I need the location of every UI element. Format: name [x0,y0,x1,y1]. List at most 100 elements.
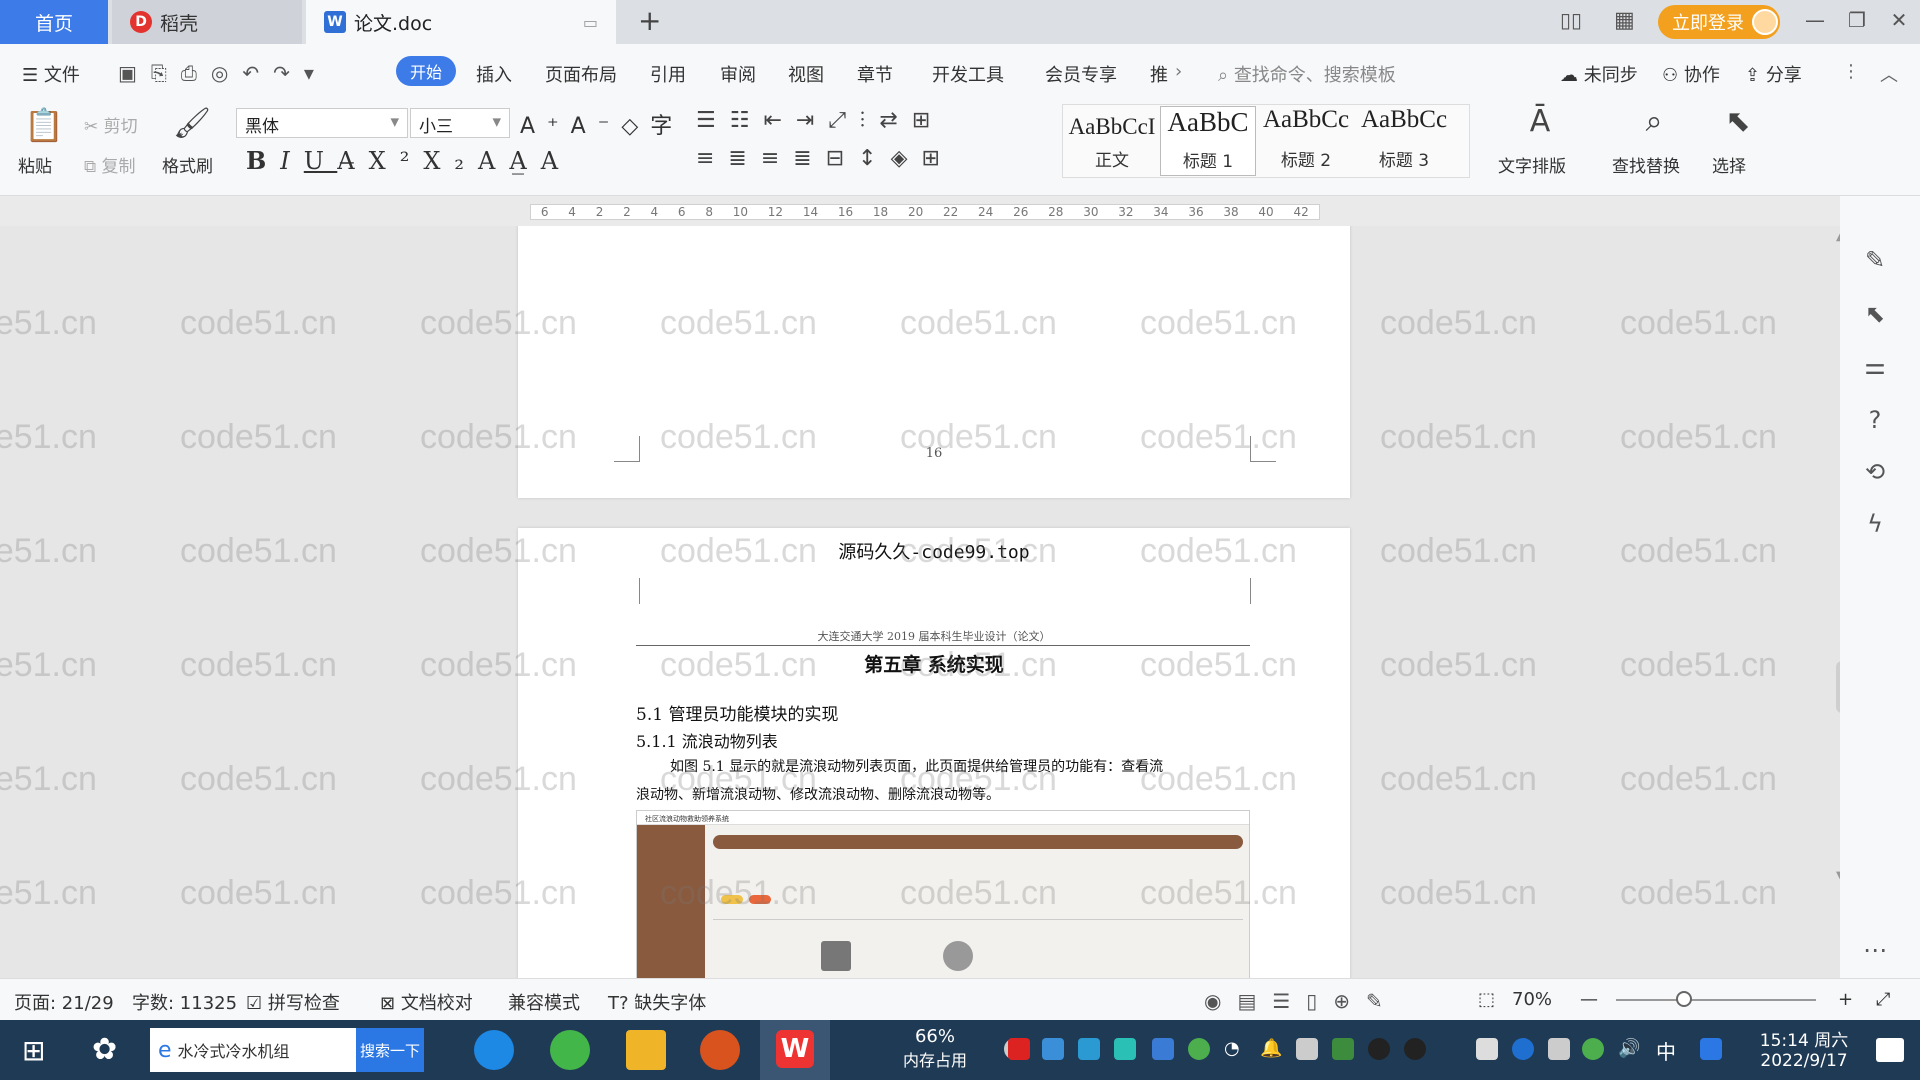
paste-icon[interactable]: 📋 [24,106,64,144]
clock[interactable]: 15:14 周六 2022/9/17 [1744,1026,1864,1071]
zoom-slider-handle[interactable] [1676,991,1692,1007]
app-icon[interactable] [700,1030,740,1070]
format-painter-button[interactable]: 格式刷 [162,152,213,177]
windows-start-icon[interactable]: ⊞ [22,1034,45,1067]
login-button[interactable]: 立即登录 [1658,5,1780,39]
tray-app-icon[interactable] [1114,1038,1136,1060]
wifi-icon[interactable]: ◔ [1224,1038,1246,1060]
tray-app-icon[interactable] [1188,1038,1210,1060]
bluetooth-icon[interactable] [1512,1038,1534,1060]
menu-tab-devtools[interactable]: 开发工具 [932,61,1004,87]
style-heading-1[interactable]: AaBbC 标题 1 [1160,106,1256,176]
collapse-ribbon-icon[interactable]: ︿ [1880,61,1898,87]
ie-browser-icon[interactable] [474,1030,514,1070]
help-icon[interactable]: ? [1858,406,1892,440]
tray-app-icon[interactable] [1008,1038,1030,1060]
zoom-level[interactable]: 70% [1512,989,1552,1010]
layout-icon[interactable]: ▯▯ [1560,8,1582,32]
notification-icon[interactable] [1876,1038,1904,1062]
menu-tab-vip[interactable]: 会员专享 [1045,61,1117,87]
copy-button[interactable]: ⧉ 复制 [84,152,136,177]
tab-screen-icon[interactable]: ▭ [583,13,598,32]
command-search[interactable]: ⌕ 查找命令、搜索模板 [1218,61,1396,87]
pen-icon[interactable]: ✎ [1858,246,1892,280]
word-count[interactable]: 字数: 11325 [132,989,237,1015]
tray-app-icon[interactable] [1078,1038,1100,1060]
paragraph-tools-row1[interactable]: ☰☷⇤⇥⤢⫶⇄⊞ [696,108,944,133]
find-replace-button[interactable]: 查找替换 [1612,152,1680,177]
volume-icon[interactable]: 🔊 [1618,1038,1640,1060]
menu-tab-review[interactable]: 审阅 [720,61,756,87]
more-options-icon[interactable]: ⋮ [1842,61,1860,82]
more-horizontal-icon[interactable]: ⋯ [1858,936,1892,970]
sync-status[interactable]: ☁ 未同步 [1560,61,1638,87]
menu-tab-recommend[interactable]: 推 [1150,61,1168,87]
cursor-icon[interactable]: ⬉ [1718,104,1758,139]
menu-tab-insert[interactable]: 插入 [476,61,512,87]
ime-indicator[interactable]: 中 [1656,1036,1676,1065]
tray-app-icon[interactable] [1296,1038,1318,1060]
missing-font[interactable]: T? 缺失字体 [608,989,706,1015]
minimize-icon[interactable]: — [1800,8,1830,32]
file-menu[interactable]: ☰ 文件 [22,61,80,87]
font-family-select[interactable]: 黑体 ▾ [236,108,408,138]
shield-icon[interactable] [1152,1038,1174,1060]
browser-icon[interactable] [550,1030,590,1070]
close-icon[interactable]: ✕ [1884,8,1914,32]
apps-grid-icon[interactable]: ▦ [1614,8,1635,33]
page-indicator[interactable]: 页面: 21/29 [14,989,114,1015]
paste-button[interactable]: 粘贴 [18,152,52,177]
quick-access-toolbar[interactable]: ▣⎘⎙◎↶↷▾ [118,61,328,85]
style-heading-2[interactable]: AaBbCc 标题 2 [1258,106,1354,176]
tab-document[interactable]: W 论文.doc ▭ [306,0,616,44]
zoom-in-icon[interactable]: + [1838,989,1853,1010]
collab-button[interactable]: ⚇ 协作 [1662,61,1720,87]
style-heading-3[interactable]: AaBbCc 标题 3 [1356,106,1452,176]
fit-page-icon[interactable]: ⬚ [1478,989,1495,1010]
cursor-icon[interactable]: ⬉ [1858,300,1892,334]
lightning-icon[interactable]: ϟ [1858,510,1892,544]
menu-tab-view[interactable]: 视图 [788,61,824,87]
menu-tab-layout[interactable]: 页面布局 [545,61,617,87]
battery-icon[interactable] [1476,1038,1498,1060]
ruler[interactable]: 6 4 2 2 4 6 8 10 12 14 16 18 20 22 24 26 28 30 32 34 36 38 40 4… [0,196,1920,226]
menu-tab-chapter[interactable]: 章节 [857,61,893,87]
view-mode-buttons[interactable]: ◉▤☰▯⊕✎ [1204,989,1399,1013]
qq-icon[interactable] [1404,1038,1426,1060]
zoom-slider[interactable] [1616,999,1816,1001]
usb-icon[interactable] [1548,1038,1570,1060]
format-painter-icon[interactable]: 🖌 [172,106,212,141]
fullscreen-icon[interactable]: ⤢ [1876,989,1890,1010]
sliders-icon[interactable]: ⚌ [1858,352,1892,386]
tab-daoke[interactable]: D 稻壳 [112,0,302,44]
tray-app-icon[interactable] [1042,1038,1064,1060]
text-layout-button[interactable]: 文字排版 [1498,152,1566,177]
tab-home[interactable]: 首页 [0,0,108,44]
share-button[interactable]: ⇪ 分享 [1745,61,1802,87]
restore-icon[interactable]: ❐ [1842,8,1872,32]
pinwheel-icon[interactable]: ✿ [92,1032,117,1067]
text-layout-icon[interactable]: Ā [1520,104,1560,139]
select-button[interactable]: 选择 [1712,152,1746,177]
magnifier-icon[interactable]: ⌕ [1634,104,1674,139]
qq-icon[interactable] [1368,1038,1390,1060]
paragraph-tools-row2[interactable]: ≡≣≡≣⊟↕◈⊞ [696,146,954,171]
gpu-icon[interactable] [1332,1038,1354,1060]
new-tab-button[interactable]: + [638,4,661,37]
network-icon[interactable] [1582,1038,1604,1060]
style-normal[interactable]: AaBbCcI 正文 [1064,106,1160,176]
backup-icon[interactable]: ⟲ [1858,458,1892,492]
memory-widget[interactable]: 66% 内存占用 [880,1026,990,1071]
proofread[interactable]: ⊠ 文档校对 [380,989,473,1015]
search-go-button[interactable]: 搜索一下 [356,1028,424,1072]
folder-icon[interactable] [626,1030,666,1070]
taskbar-search-box[interactable]: e 水冷式冷水机组 [150,1028,356,1072]
font-size-select[interactable]: 小三 ▾ [410,108,510,138]
zoom-out-icon[interactable]: — [1580,989,1598,1010]
menu-more-icon[interactable]: › [1175,61,1182,82]
menu-tab-references[interactable]: 引用 [650,61,686,87]
document-canvas[interactable]: 16 源码久久-code99.top 大连交通大学 2019 届本科生毕业设计（… [0,226,1840,978]
cut-button[interactable]: ✂ 剪切 [84,112,138,137]
wps-taskbar-item[interactable]: W [760,1020,830,1080]
search-tray-icon[interactable] [1700,1038,1722,1060]
